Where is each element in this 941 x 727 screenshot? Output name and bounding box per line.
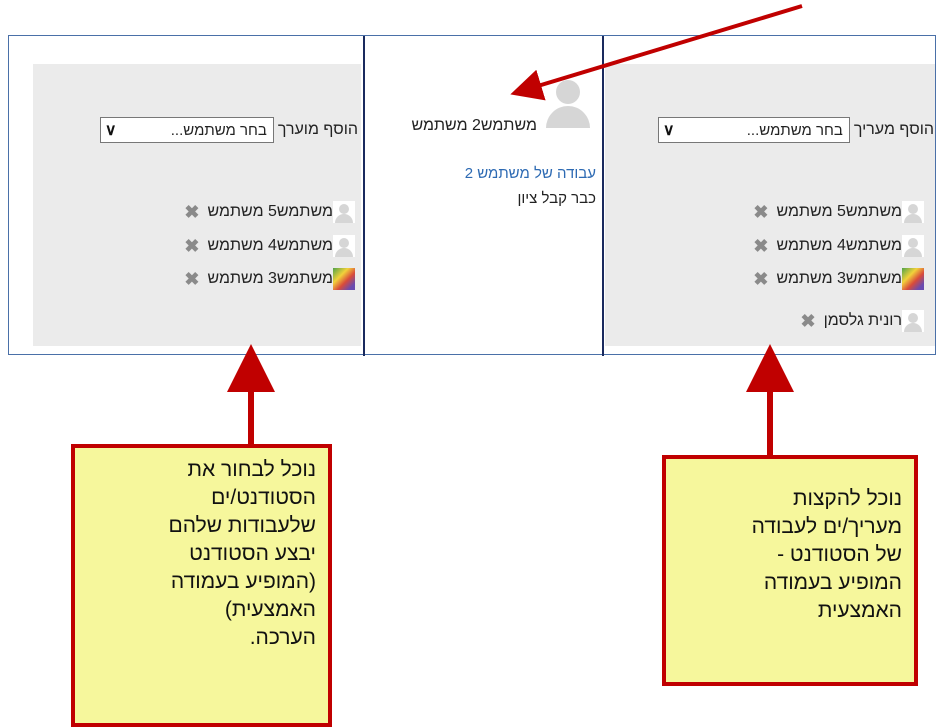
note-line: הערכה. (249, 626, 316, 649)
note-line: הסטודנט/ים (211, 486, 316, 509)
note-line: יבצע הסטודנט (189, 542, 316, 565)
note-line: האמצעית) (224, 598, 316, 621)
note-line: המופיע בעמודה (763, 571, 902, 594)
note-line: האמצעית (817, 599, 902, 622)
note-line: של הסטודנט - (777, 543, 902, 566)
note-line: (המופיע בעמודה (170, 570, 316, 593)
note-gradees: נוכל לבחור את הסטודנט/ים שלעבודות שלהם י… (71, 444, 332, 727)
note-graders: נוכל להקצות מעריך/ים לעבודה של הסטודנט -… (662, 455, 918, 686)
note-line: נוכל לבחור את (187, 458, 316, 481)
note-line: נוכל להקצות (793, 487, 902, 510)
arrow-to-student (510, 4, 803, 101)
note-line: מעריך/ים לעבודה (751, 515, 902, 538)
note-line: שלעבודות שלהם (168, 514, 316, 537)
